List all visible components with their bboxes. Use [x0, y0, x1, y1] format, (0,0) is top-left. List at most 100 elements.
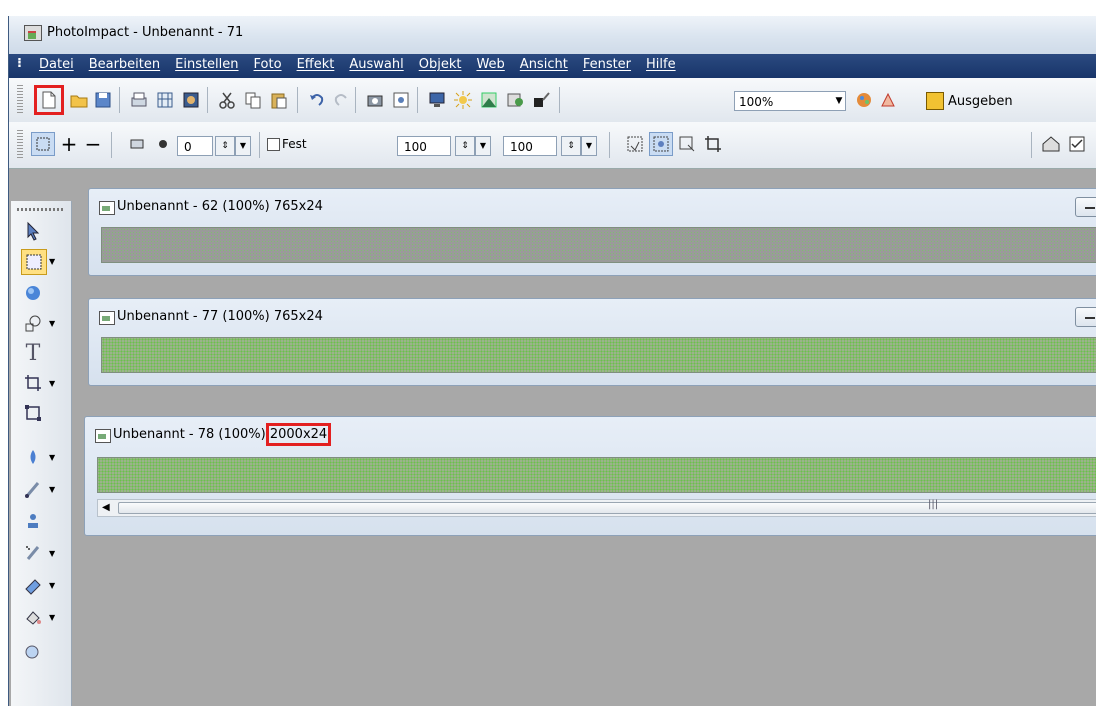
height-input[interactable]: 100 — [503, 136, 557, 156]
chevron-down-icon[interactable]: ▼ — [49, 613, 55, 622]
image-canvas[interactable] — [97, 457, 1096, 493]
minimize-button[interactable] — [1075, 307, 1096, 327]
preview-icon[interactable] — [389, 88, 413, 112]
chevron-down-icon[interactable]: ▼ — [49, 257, 55, 266]
capture-icon[interactable] — [179, 88, 203, 112]
check-icon[interactable] — [1065, 132, 1089, 156]
toolbar-grip[interactable] — [17, 85, 23, 115]
menu-foto[interactable]: Foto — [248, 57, 288, 72]
chevron-down-icon[interactable]: ▼ — [49, 549, 55, 558]
panel-grip[interactable] — [17, 208, 63, 211]
sun-icon[interactable] — [451, 88, 475, 112]
grid-icon[interactable] — [153, 88, 177, 112]
scan-icon[interactable] — [127, 88, 151, 112]
minimize-button[interactable] — [1075, 197, 1096, 217]
menu-ansicht[interactable]: Ansicht — [514, 57, 574, 72]
menu-hilfe[interactable]: Hilfe — [640, 57, 682, 72]
hand-icon[interactable] — [876, 88, 900, 112]
selection-tool-icon[interactable] — [21, 249, 47, 275]
feather-spinner[interactable]: ⇕ — [215, 136, 235, 156]
menu-datei[interactable]: Datei — [33, 57, 80, 72]
output-icon — [926, 92, 944, 110]
separator — [111, 132, 112, 158]
crop-tool-icon[interactable] — [21, 371, 45, 395]
menu-bearbeiten[interactable]: Bearbeiten — [83, 57, 166, 72]
save-icon[interactable] — [91, 88, 115, 112]
dropper-tool-icon[interactable] — [21, 445, 45, 469]
select-object-icon[interactable] — [675, 132, 699, 156]
feather-dropdown[interactable]: ▼ — [235, 136, 251, 156]
scroll-left-icon[interactable]: ◀ — [102, 500, 110, 516]
menu-grip-icon[interactable]: ⁝ — [17, 56, 22, 71]
palette-icon[interactable] — [852, 88, 876, 112]
subtract-selection-icon[interactable]: − — [81, 132, 105, 156]
paint-icon[interactable] — [529, 88, 553, 112]
monitor-icon[interactable] — [425, 88, 449, 112]
height-spinner[interactable]: ⇕ — [561, 136, 581, 156]
bubble-tool-icon[interactable] — [21, 281, 45, 305]
menu-objekt[interactable]: Objekt — [413, 57, 468, 72]
paste-icon[interactable] — [267, 88, 291, 112]
scrollbar-thumb[interactable] — [118, 502, 1096, 514]
home-icon[interactable] — [1039, 132, 1063, 156]
copy-icon[interactable] — [241, 88, 265, 112]
height-dropdown[interactable]: ▼ — [581, 136, 597, 156]
document-size: 765x24 — [273, 199, 323, 214]
menu-auswahl[interactable]: Auswahl — [343, 57, 409, 72]
brush-tool-icon[interactable] — [21, 477, 45, 501]
separator — [559, 87, 560, 113]
menu-fenster[interactable]: Fenster — [577, 57, 637, 72]
separator — [207, 87, 208, 113]
transform-tool-icon[interactable] — [21, 401, 45, 425]
path-tool-icon[interactable] — [21, 311, 45, 335]
width-spinner[interactable]: ⇕ — [455, 136, 475, 156]
chevron-down-icon[interactable]: ▼ — [49, 485, 55, 494]
add-selection-icon[interactable]: + — [57, 132, 81, 156]
document-window-77[interactable]: Unbenannt - 77 (100%) 765x24 — [88, 298, 1096, 386]
menu-einstellen[interactable]: Einstellen — [169, 57, 244, 72]
lasso-icon[interactable] — [623, 132, 647, 156]
feather-input[interactable]: 0 — [177, 136, 213, 156]
open-icon[interactable] — [67, 88, 91, 112]
document-window-62[interactable]: Unbenannt - 62 (100%) 765x24 — [88, 188, 1096, 276]
title-bar: PhotoImpact - Unbenannt - 71 — [9, 16, 1096, 55]
rectangle-shape-icon[interactable] — [125, 132, 149, 156]
magic-select-icon[interactable] — [649, 132, 673, 156]
new-icon[interactable] — [34, 85, 64, 115]
image-canvas[interactable] — [101, 227, 1096, 263]
camera-icon[interactable] — [363, 88, 387, 112]
eraser-tool-icon[interactable] — [21, 573, 45, 597]
chevron-down-icon[interactable]: ▼ — [49, 319, 55, 328]
soft-edge-icon[interactable] — [151, 132, 175, 156]
menu-effekt[interactable]: Effekt — [291, 57, 341, 72]
crop-icon[interactable] — [701, 132, 725, 156]
cut-icon[interactable] — [215, 88, 239, 112]
text-tool-icon[interactable]: T — [21, 341, 45, 366]
separator — [609, 132, 610, 158]
chevron-down-icon[interactable]: ▼ — [49, 581, 55, 590]
toolbar-grip[interactable] — [17, 130, 23, 160]
redo-icon[interactable] — [329, 88, 353, 112]
selection-mode-icon[interactable] — [31, 132, 55, 156]
zoom-tool-icon[interactable] — [21, 641, 45, 665]
fill-tool-icon[interactable] — [21, 605, 45, 629]
airbrush-tool-icon[interactable] — [21, 541, 45, 565]
horizontal-scrollbar[interactable]: ◀ ||| — [97, 499, 1096, 517]
fixed-checkbox[interactable] — [267, 138, 280, 151]
output-button[interactable]: Ausgeben — [926, 90, 1013, 112]
chevron-down-icon[interactable]: ▼ — [49, 379, 55, 388]
document-window-78[interactable]: Unbenannt - 78 (100%) 2000x24 ◀ ||| — [84, 416, 1096, 536]
menu-web[interactable]: Web — [470, 57, 510, 72]
document-title: Unbenannt - 62 (100%) 765x24 — [117, 199, 323, 214]
chevron-down-icon[interactable]: ▼ — [832, 92, 846, 110]
effect-icon[interactable] — [503, 88, 527, 112]
chevron-down-icon[interactable]: ▼ — [49, 453, 55, 462]
width-dropdown[interactable]: ▼ — [475, 136, 491, 156]
zoom-select[interactable]: 100% — [734, 91, 846, 111]
undo-icon[interactable] — [305, 88, 329, 112]
pick-tool-icon[interactable] — [21, 219, 45, 243]
stamp-tool-icon[interactable] — [21, 509, 45, 533]
width-input[interactable]: 100 — [397, 136, 451, 156]
image-icon[interactable] — [477, 88, 501, 112]
image-canvas[interactable] — [101, 337, 1096, 373]
